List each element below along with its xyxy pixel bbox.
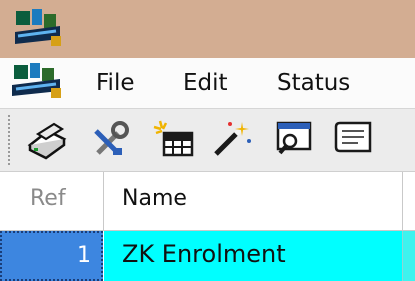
- row-name-cell[interactable]: ZK Enrolment: [104, 231, 402, 281]
- column-header-ref-label: Ref: [30, 186, 66, 211]
- app-logo-icon[interactable]: [8, 62, 64, 102]
- row-ref-cell[interactable]: 1: [0, 231, 103, 281]
- tools-icon[interactable]: [88, 117, 134, 161]
- menu-status[interactable]: Status: [277, 66, 350, 100]
- scanner-icon[interactable]: [24, 117, 70, 161]
- row-name-value: ZK Enrolment: [122, 240, 286, 268]
- menu-file[interactable]: File: [96, 66, 135, 100]
- column-header-name-label: Name: [122, 186, 187, 211]
- new-table-icon[interactable]: [150, 117, 196, 161]
- table-row[interactable]: 1 ZK Enrolment: [0, 231, 415, 281]
- toolbar: [0, 108, 415, 172]
- app-logo-icon: [15, 9, 61, 46]
- document-icon[interactable]: [330, 117, 376, 161]
- menu-bar: File Edit Status: [0, 58, 415, 108]
- column-header-next[interactable]: [403, 172, 415, 231]
- column-header-ref[interactable]: Ref: [0, 172, 104, 231]
- menu-edit[interactable]: Edit: [183, 66, 228, 100]
- magic-wand-icon[interactable]: [209, 117, 255, 161]
- row-ref-value: 1: [77, 243, 91, 268]
- data-grid: Ref Name 1 ZK Enrolment: [0, 172, 415, 281]
- row-next-cell[interactable]: [402, 231, 415, 281]
- search-window-icon[interactable]: [270, 117, 316, 161]
- column-header-name[interactable]: Name: [104, 172, 403, 231]
- toolbar-grip[interactable]: [8, 115, 14, 165]
- title-bar: [0, 0, 415, 58]
